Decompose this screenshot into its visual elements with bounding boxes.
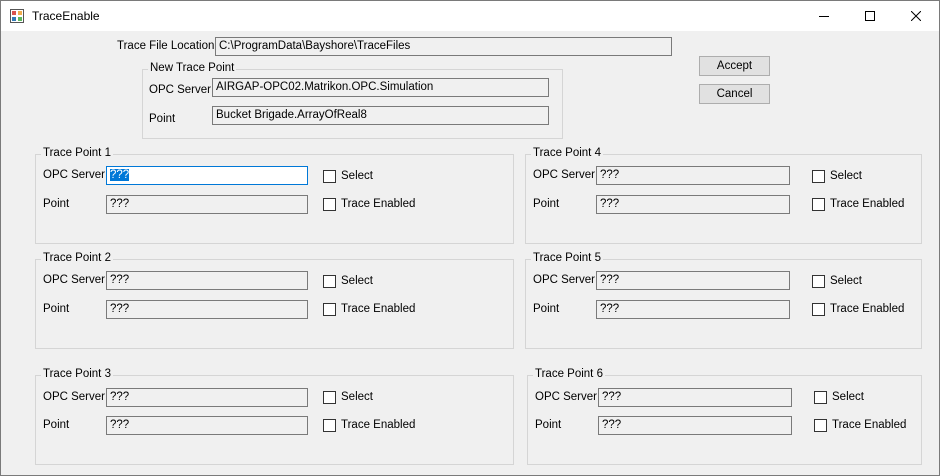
trace-point-2-select-checkbox[interactable] bbox=[323, 275, 336, 288]
trace-point-5-server-field[interactable]: ??? bbox=[596, 271, 790, 290]
trace-point-2-server-field[interactable]: ??? bbox=[106, 271, 308, 290]
trace-point-4-point-field[interactable]: ??? bbox=[596, 195, 790, 214]
new-opc-server-label: OPC Server bbox=[149, 84, 211, 96]
trace-point-2-point-label: Point bbox=[43, 303, 70, 315]
minimize-icon bbox=[819, 16, 829, 17]
close-icon bbox=[911, 11, 921, 21]
trace-point-2-title: Trace Point 2 bbox=[41, 252, 113, 264]
trace-point-1-point-label: Point bbox=[43, 198, 70, 210]
trace-point-5-server-label: OPC Server bbox=[533, 274, 595, 286]
trace-point-5-point-field[interactable]: ??? bbox=[596, 300, 790, 319]
trace-point-2-trace-enabled-checkbox[interactable] bbox=[323, 303, 336, 316]
trace-point-6-select-checkbox[interactable] bbox=[814, 391, 827, 404]
new-opc-server-field[interactable]: AIRGAP-OPC02.Matrikon.OPC.Simulation bbox=[212, 78, 549, 97]
trace-point-6-trace-enabled-checkbox[interactable] bbox=[814, 419, 827, 432]
trace-point-1-point-field[interactable]: ??? bbox=[106, 195, 308, 214]
trace-point-4-server-field[interactable]: ??? bbox=[596, 166, 790, 185]
trace-point-3-trace-enabled-checkbox[interactable] bbox=[323, 419, 336, 432]
trace-point-5-trace-enabled-checkbox[interactable] bbox=[812, 303, 825, 316]
trace-point-4-point-label: Point bbox=[533, 198, 560, 210]
trace-point-5-select-label[interactable]: Select bbox=[830, 275, 862, 287]
trace-point-1-trace-enabled-label[interactable]: Trace Enabled bbox=[341, 198, 415, 210]
trace-point-1-server-value: ??? bbox=[110, 169, 130, 181]
maximize-button[interactable] bbox=[847, 1, 893, 31]
new-point-label: Point bbox=[149, 113, 176, 125]
trace-point-1-select-label[interactable]: Select bbox=[341, 170, 373, 182]
trace-point-6-point-label: Point bbox=[535, 419, 562, 431]
trace-point-6-server-label: OPC Server bbox=[535, 391, 597, 403]
trace-point-6-title: Trace Point 6 bbox=[533, 368, 605, 380]
trace-point-5-trace-enabled-label[interactable]: Trace Enabled bbox=[830, 303, 904, 315]
trace-point-3-server-field[interactable]: ??? bbox=[106, 388, 308, 407]
trace-point-6-server-field[interactable]: ??? bbox=[598, 388, 792, 407]
trace-point-4-select-checkbox[interactable] bbox=[812, 170, 825, 183]
trace-enable-window: TraceEnable Trace File Location C:\Progr… bbox=[0, 0, 940, 476]
trace-point-3-server-label: OPC Server bbox=[43, 391, 105, 403]
trace-point-3-select-label[interactable]: Select bbox=[341, 391, 373, 403]
trace-point-4-select-label[interactable]: Select bbox=[830, 170, 862, 182]
trace-point-4-server-label: OPC Server bbox=[533, 169, 595, 181]
trace-point-3-trace-enabled-label[interactable]: Trace Enabled bbox=[341, 419, 415, 431]
trace-point-1-title: Trace Point 1 bbox=[41, 147, 113, 159]
trace-file-location-field[interactable]: C:\ProgramData\Bayshore\TraceFiles bbox=[215, 37, 672, 56]
trace-point-2-point-field[interactable]: ??? bbox=[106, 300, 308, 319]
close-button[interactable] bbox=[893, 1, 939, 31]
trace-point-4-trace-enabled-label[interactable]: Trace Enabled bbox=[830, 198, 904, 210]
accept-button[interactable]: Accept bbox=[699, 56, 770, 76]
trace-point-6-select-label[interactable]: Select bbox=[832, 391, 864, 403]
cancel-button[interactable]: Cancel bbox=[699, 84, 770, 104]
trace-point-4-title: Trace Point 4 bbox=[531, 147, 603, 159]
app-icon bbox=[10, 9, 24, 23]
trace-point-3-point-field[interactable]: ??? bbox=[106, 416, 308, 435]
window-title: TraceEnable bbox=[32, 9, 100, 23]
trace-point-1-trace-enabled-checkbox[interactable] bbox=[323, 198, 336, 211]
minimize-button[interactable] bbox=[801, 1, 847, 31]
new-point-field[interactable]: Bucket Brigade.ArrayOfReal8 bbox=[212, 106, 549, 125]
trace-point-5-title: Trace Point 5 bbox=[531, 252, 603, 264]
trace-point-1-server-label: OPC Server bbox=[43, 169, 105, 181]
trace-point-5-point-label: Point bbox=[533, 303, 560, 315]
trace-point-6-point-field[interactable]: ??? bbox=[598, 416, 792, 435]
title-bar[interactable]: TraceEnable bbox=[1, 1, 939, 31]
trace-point-3-point-label: Point bbox=[43, 419, 70, 431]
trace-point-3-title: Trace Point 3 bbox=[41, 368, 113, 380]
trace-point-6-trace-enabled-label[interactable]: Trace Enabled bbox=[832, 419, 906, 431]
trace-point-1-server-field[interactable]: ??? bbox=[106, 166, 308, 185]
maximize-icon bbox=[865, 11, 875, 21]
trace-point-2-server-label: OPC Server bbox=[43, 274, 105, 286]
trace-file-location-label: Trace File Location bbox=[117, 40, 215, 52]
trace-point-4-trace-enabled-checkbox[interactable] bbox=[812, 198, 825, 211]
trace-point-2-select-label[interactable]: Select bbox=[341, 275, 373, 287]
trace-point-3-select-checkbox[interactable] bbox=[323, 391, 336, 404]
new-trace-point-title: New Trace Point bbox=[148, 62, 237, 74]
trace-point-1-select-checkbox[interactable] bbox=[323, 170, 336, 183]
trace-point-5-select-checkbox[interactable] bbox=[812, 275, 825, 288]
trace-point-2-trace-enabled-label[interactable]: Trace Enabled bbox=[341, 303, 415, 315]
